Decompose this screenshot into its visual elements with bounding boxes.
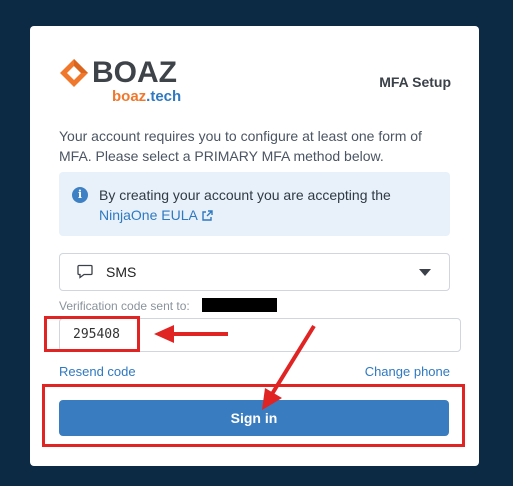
arrow-to-code-head <box>154 325 174 343</box>
annotation-arrows <box>154 324 316 410</box>
arrow-to-signin <box>270 324 316 396</box>
